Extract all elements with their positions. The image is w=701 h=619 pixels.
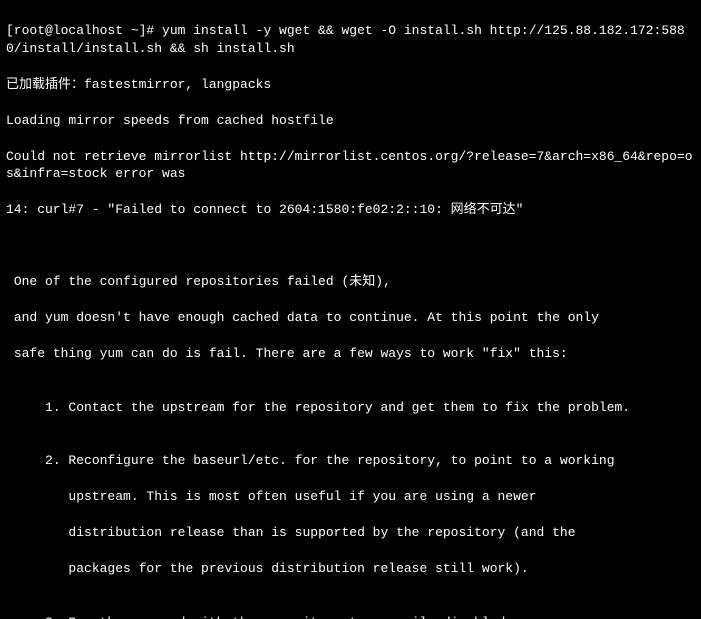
fix-option-2: packages for the previous distribution r…: [6, 560, 695, 578]
output-line: Could not retrieve mirrorlist http://mir…: [6, 148, 695, 184]
fix-option-1: 1. Contact the upstream for the reposito…: [6, 399, 695, 417]
command-line: [root@localhost ~]# yum install -y wget …: [6, 22, 695, 58]
fix-option-3: 3. Run the command with the repository t…: [6, 614, 695, 619]
output-line: 14: curl#7 - "Failed to connect to 2604:…: [6, 201, 695, 219]
fix-option-2: 2. Reconfigure the baseurl/etc. for the …: [6, 452, 695, 470]
error-intro: One of the configured repositories faile…: [6, 273, 695, 291]
fix-option-2: distribution release than is supported b…: [6, 524, 695, 542]
error-intro: safe thing yum can do is fail. There are…: [6, 345, 695, 363]
error-intro: and yum doesn't have enough cached data …: [6, 309, 695, 327]
shell-prompt: [root@localhost ~]#: [6, 23, 162, 38]
output-line: Loading mirror speeds from cached hostfi…: [6, 112, 695, 130]
fix-option-2: upstream. This is most often useful if y…: [6, 488, 695, 506]
terminal-output[interactable]: [root@localhost ~]# yum install -y wget …: [0, 0, 701, 619]
output-line: 已加载插件：fastestmirror, langpacks: [6, 76, 695, 94]
